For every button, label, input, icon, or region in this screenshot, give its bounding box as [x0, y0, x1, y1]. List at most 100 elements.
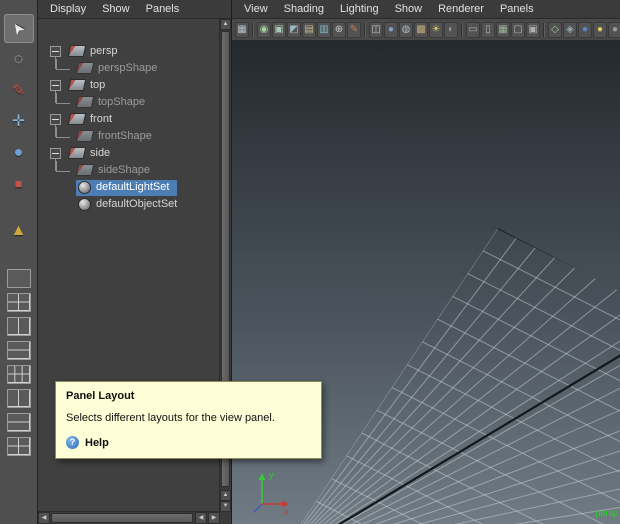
- two-panes-stacked-layout-button[interactable]: [7, 341, 31, 360]
- viewport-menu-show[interactable]: Show: [387, 0, 431, 19]
- set-icon: [78, 198, 91, 211]
- paint-selection-tool-button[interactable]: ✎: [4, 76, 34, 105]
- outliner-item-frontShape[interactable]: frontShape: [38, 128, 220, 145]
- all-lights-icon[interactable]: ●: [593, 22, 607, 38]
- toolbox: ➤ ◌ ✎ ✛ ●■ ▲: [0, 0, 38, 524]
- shadows-icon[interactable]: ◐: [444, 22, 458, 38]
- camera-icon: [68, 79, 87, 91]
- two-panes-side-by-side-layout-button[interactable]: [7, 317, 31, 336]
- outliner-horizontal-scrollbar[interactable]: ◀ ◀ ▶: [38, 511, 220, 524]
- outliner-item-perspShape[interactable]: perspShape: [38, 60, 220, 77]
- expand-toggle-icon[interactable]: [50, 80, 61, 91]
- outliner-item-persp[interactable]: persp: [38, 43, 220, 60]
- select-tool-button[interactable]: ➤: [4, 14, 34, 43]
- scroll-right-button[interactable]: ▶: [208, 512, 220, 524]
- snap-to-grid-icon[interactable]: ▦: [235, 22, 249, 38]
- resolution-gate-icon[interactable]: ▭: [466, 22, 480, 38]
- wireframe-on-shaded-icon[interactable]: ◍: [399, 22, 413, 38]
- safe-action-icon[interactable]: ▢: [511, 22, 525, 38]
- maya-window: { "colors": { "selection": "#4d7eb3", "t…: [0, 0, 620, 524]
- hypershade-persp-layout-button[interactable]: [7, 437, 31, 456]
- scroll-left-button[interactable]: ◀: [38, 512, 50, 524]
- lock-camera-icon[interactable]: ▣: [272, 22, 286, 38]
- tooltip-help-link[interactable]: ? Help: [66, 436, 311, 449]
- four-view-layout-button[interactable]: [7, 293, 31, 312]
- outliner-item-label: persp: [90, 45, 118, 57]
- two-d-pan-zoom-icon[interactable]: ⊕: [332, 22, 346, 38]
- scroll-up-button[interactable]: ▲: [220, 19, 231, 30]
- lasso-tool-icon: ◌: [14, 52, 24, 68]
- smooth-shade-icon[interactable]: ●: [384, 22, 398, 38]
- outliner-item-sideShape[interactable]: sideShape: [38, 162, 220, 179]
- outliner-item-content: defaultObjectSet: [76, 197, 185, 213]
- isolate-select-icon[interactable]: ◇: [548, 22, 562, 38]
- textured-icon[interactable]: ▩: [414, 22, 428, 38]
- tooltip-help-label: Help: [85, 437, 109, 449]
- toolbar-separator: [364, 23, 366, 37]
- toolbar-separator: [461, 23, 463, 37]
- image-plane-icon[interactable]: ▥: [317, 22, 331, 38]
- help-question-icon: ?: [66, 436, 79, 449]
- tooltip-body: Selects different layouts for the view p…: [66, 412, 311, 424]
- outliner-item-side[interactable]: side: [38, 145, 220, 162]
- select-camera-icon[interactable]: ◉: [257, 22, 271, 38]
- set-icon: [78, 181, 91, 194]
- viewport-menu-view[interactable]: View: [236, 0, 276, 19]
- grease-pencil-icon[interactable]: ✎: [347, 22, 361, 38]
- viewport-menu-shading[interactable]: Shading: [276, 0, 332, 19]
- panel-layout-tooltip: Panel Layout Selects different layouts f…: [55, 381, 322, 459]
- safe-title-icon[interactable]: ▣: [526, 22, 540, 38]
- outliner-menu-display[interactable]: Display: [42, 0, 94, 19]
- rotate-tool-button[interactable]: ●: [4, 138, 34, 167]
- bookmarks-icon[interactable]: ▤: [302, 22, 316, 38]
- single-pane-layout-button[interactable]: [7, 269, 31, 288]
- outliner-menu-panels[interactable]: Panels: [138, 0, 188, 19]
- lasso-tool-button[interactable]: ◌: [4, 45, 34, 74]
- outliner-item-defaultObjectSet[interactable]: defaultObjectSet: [38, 196, 220, 213]
- wireframe-icon[interactable]: ◫: [369, 22, 383, 38]
- camera-hud-label: persp: [595, 508, 618, 518]
- last-tool-button[interactable]: ▲: [4, 216, 34, 245]
- view-axis-indicator: y x: [244, 466, 296, 516]
- outliner-item-content: persp: [67, 44, 126, 59]
- camera-attributes-icon[interactable]: ◩: [287, 22, 301, 38]
- expand-toggle-icon[interactable]: [50, 46, 61, 57]
- scroll-up-button-bottom[interactable]: ▲: [220, 490, 231, 501]
- expand-toggle-icon[interactable]: [50, 148, 61, 159]
- outliner-item-topShape[interactable]: topShape: [38, 94, 220, 111]
- default-lighting-icon[interactable]: ●: [578, 22, 592, 38]
- outliner-item-content: frontShape: [75, 129, 160, 144]
- outliner-item-label: sideShape: [98, 164, 150, 176]
- viewport-menu-lighting[interactable]: Lighting: [332, 0, 387, 19]
- outliner-item-label: perspShape: [98, 62, 157, 74]
- outliner-persp-layout-button[interactable]: [7, 389, 31, 408]
- viewport-menu-renderer[interactable]: Renderer: [430, 0, 492, 19]
- persp-graph-layout-button[interactable]: [7, 413, 31, 432]
- outliner-item-label: frontShape: [98, 130, 152, 142]
- scroll-down-button[interactable]: ▼: [220, 501, 231, 512]
- tree-branch-connector: [56, 93, 70, 104]
- scale-tool-button[interactable]: ■: [4, 169, 34, 198]
- move-tool-button[interactable]: ✛: [4, 107, 34, 136]
- three-panes-split-top-layout-button[interactable]: [7, 365, 31, 384]
- scroll-left-button-right[interactable]: ◀: [195, 512, 207, 524]
- camera-icon: [68, 147, 87, 159]
- film-gate-icon[interactable]: ▯: [481, 22, 495, 38]
- outliner-item-defaultLightSet[interactable]: defaultLightSet: [38, 179, 220, 196]
- outliner-menu-show[interactable]: Show: [94, 0, 138, 19]
- viewport-menu-panels[interactable]: Panels: [492, 0, 542, 19]
- camera-icon: [68, 45, 87, 57]
- y-axis-arrowhead: [259, 473, 266, 480]
- layout-shortcut-buttons: [7, 269, 31, 456]
- horizontal-scroll-thumb[interactable]: [51, 513, 193, 523]
- outliner-item-label: top: [90, 79, 105, 91]
- outliner-item-top[interactable]: top: [38, 77, 220, 94]
- no-lights-icon[interactable]: ●: [608, 22, 620, 38]
- field-chart-icon[interactable]: ▦: [496, 22, 510, 38]
- use-all-lights-icon[interactable]: ☀: [429, 22, 443, 38]
- outliner-item-front[interactable]: front: [38, 111, 220, 128]
- move-tool-icon: ✛: [12, 114, 25, 130]
- outliner-item-content: top: [67, 78, 113, 93]
- xray-icon[interactable]: ◈: [563, 22, 577, 38]
- expand-toggle-icon[interactable]: [50, 114, 61, 125]
